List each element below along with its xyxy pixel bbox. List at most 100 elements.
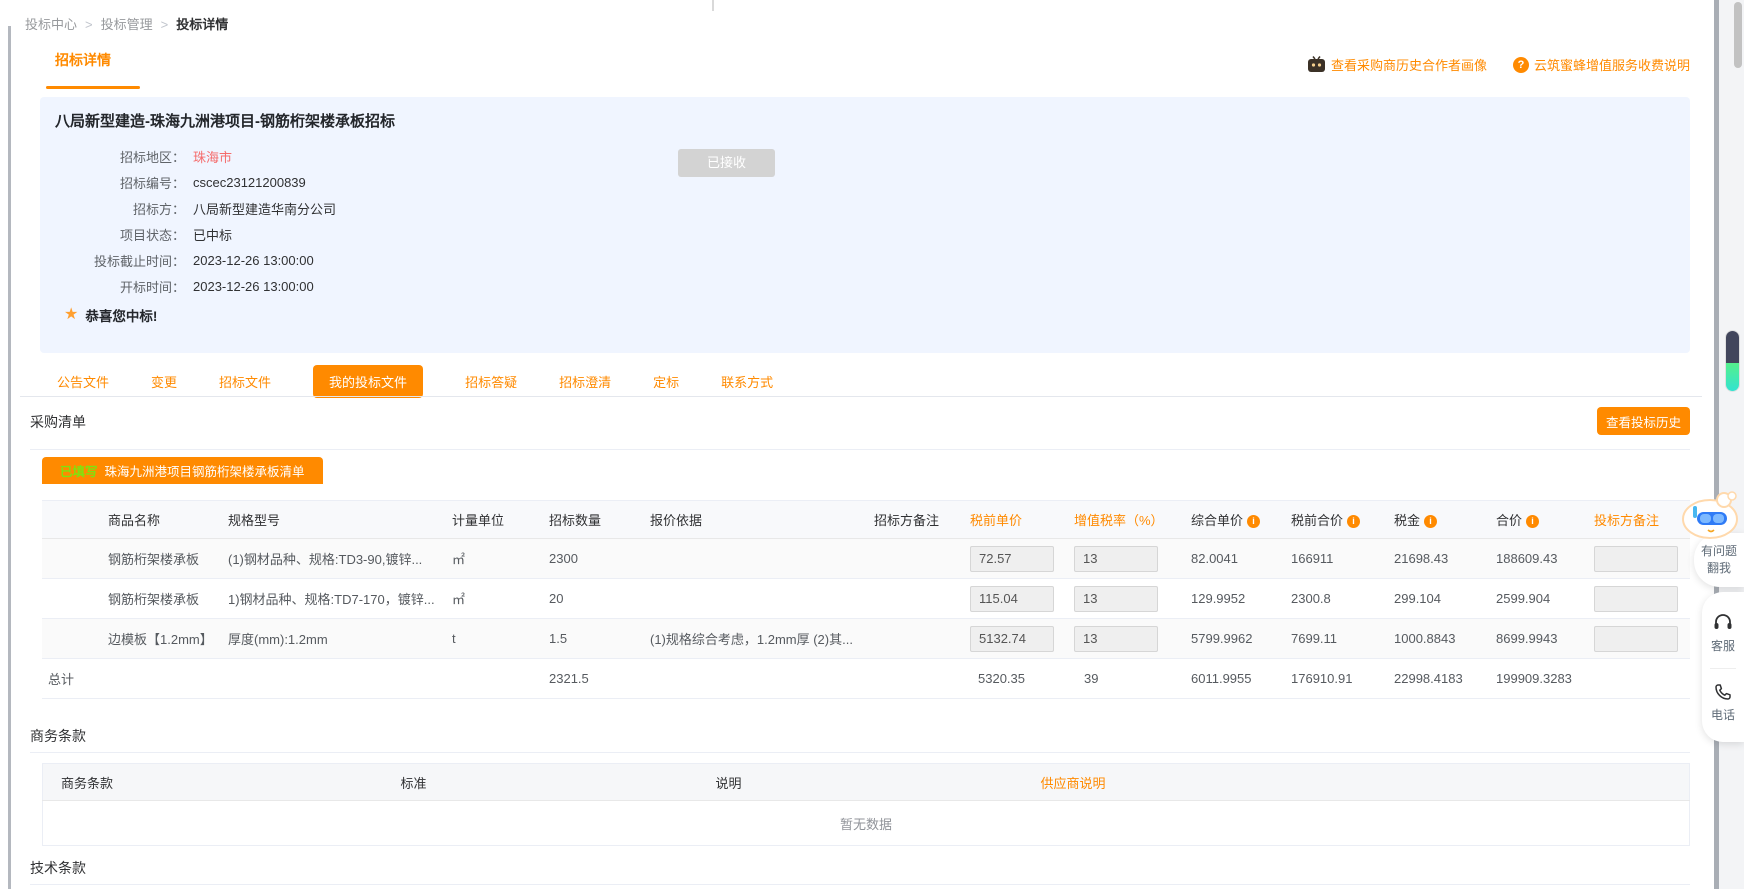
tab-announcement-files[interactable]: 公告文件 [57,372,109,391]
cell-pretax-total: 2300.8 [1285,579,1388,619]
cell-name: 钢筋桁架楼承板 [42,539,228,579]
value-service-fee-link[interactable]: ? 云筑蜜蜂增值服务收费说明 [1513,55,1690,74]
list-chip-filled[interactable]: 已填写 珠海九洲港项目钢筋桁架楼承板清单 [42,457,323,484]
cell-basis [650,579,874,619]
breadcrumb-bid-center[interactable]: 投标中心 [25,17,77,32]
scrollbar-track[interactable] [1719,0,1744,889]
business-empty-row: 暂无数据 [43,801,1690,846]
col-supplier-description: 供应商说明 [1023,764,1690,801]
field-label: 招标编号： [55,173,185,192]
business-terms-title: 商务条款 [30,726,86,746]
pretax-price-input[interactable] [970,586,1054,612]
col-pretax-total: 税前合价i [1285,501,1388,539]
cell-buyer-note [874,539,964,579]
phone-icon [1714,683,1732,701]
cell-total-vat: 39 [1068,659,1185,699]
cell-total: 8699.9943 [1490,619,1588,659]
tab-tender-files[interactable]: 招标文件 [219,372,271,391]
cell-composite-price: 5799.9962 [1185,619,1285,659]
scrollbar-pill-top [1726,331,1739,363]
field-tenderer: 招标方： 八局新型建造华南分公司 [55,195,336,221]
field-tender-no: 招标编号： cscec23121200839 [55,169,336,195]
cell-qty: 2300 [549,539,650,579]
procurement-section-title: 采购清单 [30,412,86,432]
bidder-note-input[interactable] [1594,626,1678,652]
bidder-note-input[interactable] [1594,586,1678,612]
info-icon[interactable]: i [1424,515,1437,528]
buyer-portrait-label: 查看采购商历史合作者画像 [1331,55,1487,74]
col-bidder-note: 投标方备注 [1588,501,1690,539]
browser-scrollbar-thumb[interactable] [1734,2,1742,68]
breadcrumb-bid-management[interactable]: 投标管理 [101,17,153,32]
info-icon[interactable]: i [1347,515,1360,528]
field-label: 投标截止时间： [55,251,185,270]
helper-chat-button[interactable]: 有问题 翻我 [1694,533,1744,587]
tab-my-bid-files[interactable]: 我的投标文件 [313,365,423,398]
tab-tender-detail[interactable]: 招标详情 [55,50,111,70]
phone-label: 电话 [1711,706,1735,723]
vat-rate-input[interactable] [1074,546,1158,572]
widget-separator [1710,668,1736,669]
buyer-portrait-link[interactable]: 查看采购商历史合作者画像 [1307,55,1487,74]
pretax-price-input[interactable] [970,546,1054,572]
customer-service-button[interactable]: 客服 [1711,612,1735,654]
col-product-name: 商品名称 [42,501,228,539]
headset-icon [1713,612,1733,632]
table-row: 钢筋桁架楼承板 1)钢材品种、规格:TD7-170，镀锌... ㎡ 20 129… [42,579,1690,619]
table-header-row: 商品名称 规格型号 计量单位 招标数量 报价依据 招标方备注 税前单价 增值税率… [42,501,1690,539]
field-value-region[interactable]: 珠海市 [193,147,232,166]
bidder-note-input[interactable] [1594,546,1678,572]
helper-mascot-icon[interactable] [1680,488,1740,540]
empty-data-text: 暂无数据 [43,801,1690,846]
breadcrumb-separator: > [161,17,169,32]
tech-terms-title: 技术条款 [30,858,86,878]
breadcrumb-bid-detail: 投标详情 [176,17,228,32]
col-unit: 计量单位 [452,501,549,539]
col-total: 合价i [1490,501,1588,539]
field-label: 项目状态： [55,225,185,244]
cell-unit: ㎡ [452,579,549,619]
tab-contact[interactable]: 联系方式 [721,372,773,391]
phone-button[interactable]: 电话 [1711,683,1735,723]
field-value: 2023-12-26 13:00:00 [193,279,314,294]
custom-scrollbar-pill[interactable] [1725,330,1740,392]
cell-total-pretax-price: 5320.35 [964,659,1068,699]
pretax-price-input[interactable] [970,626,1054,652]
cell-spec: 厚度(mm):1.2mm [228,619,452,659]
info-icon[interactable]: i [1247,515,1260,528]
field-label: 招标地区： [55,147,185,166]
business-terms-table: 商务条款 标准 说明 供应商说明 暂无数据 [42,763,1690,846]
tender-summary-panel: 八局新型建造-珠海九洲港项目-钢筋桁架楼承板招标 招标地区： 珠海市 招标编号：… [40,97,1690,353]
tab-award[interactable]: 定标 [653,372,679,391]
field-value: 已中标 [193,225,232,244]
bid-detail-page: 投标中心 > 投标管理 > 投标详情 招标详情 查看采购商历史合作者画像 ? 云筑蜜蜂增… [0,0,1744,889]
vat-rate-input[interactable] [1074,586,1158,612]
left-border-line [8,26,11,889]
col-buyer-note: 招标方备注 [874,501,964,539]
cell-basis [650,539,874,579]
status-badge-received: 已接收 [678,149,775,177]
cell-tax: 1000.8843 [1388,619,1490,659]
cell-tax: 299.104 [1388,579,1490,619]
cell-pretax-total: 7699.11 [1285,619,1388,659]
info-icon[interactable]: i [1526,515,1539,528]
vat-rate-input[interactable] [1074,626,1158,652]
cell-basis: (1)规格综合考虑，1.2mm厚 (2)其... [650,619,874,659]
field-project-status: 项目状态： 已中标 [55,221,336,247]
tab-changes[interactable]: 变更 [151,372,177,391]
col-qty: 招标数量 [549,501,650,539]
col-business-term: 商务条款 [43,764,383,801]
cell-name: 边模板【1.2mm】 [42,619,228,659]
col-spec: 规格型号 [228,501,452,539]
tab-tender-clarification[interactable]: 招标澄清 [559,372,611,391]
field-region: 招标地区： 珠海市 [55,143,336,169]
breadcrumb-separator: > [85,17,93,32]
congrats-text: 恭喜您中标! [85,305,157,325]
chip-status-filled: 已填写 [60,461,98,480]
field-value: 2023-12-26 13:00:00 [193,253,314,268]
tab-tender-qa[interactable]: 招标答疑 [465,372,517,391]
chip-list-title: 珠海九洲港项目钢筋桁架楼承板清单 [105,461,305,480]
col-composite-price: 综合单价i [1185,501,1285,539]
portrait-icon [1307,56,1326,73]
view-bid-history-button[interactable]: 查看投标历史 [1597,407,1690,435]
